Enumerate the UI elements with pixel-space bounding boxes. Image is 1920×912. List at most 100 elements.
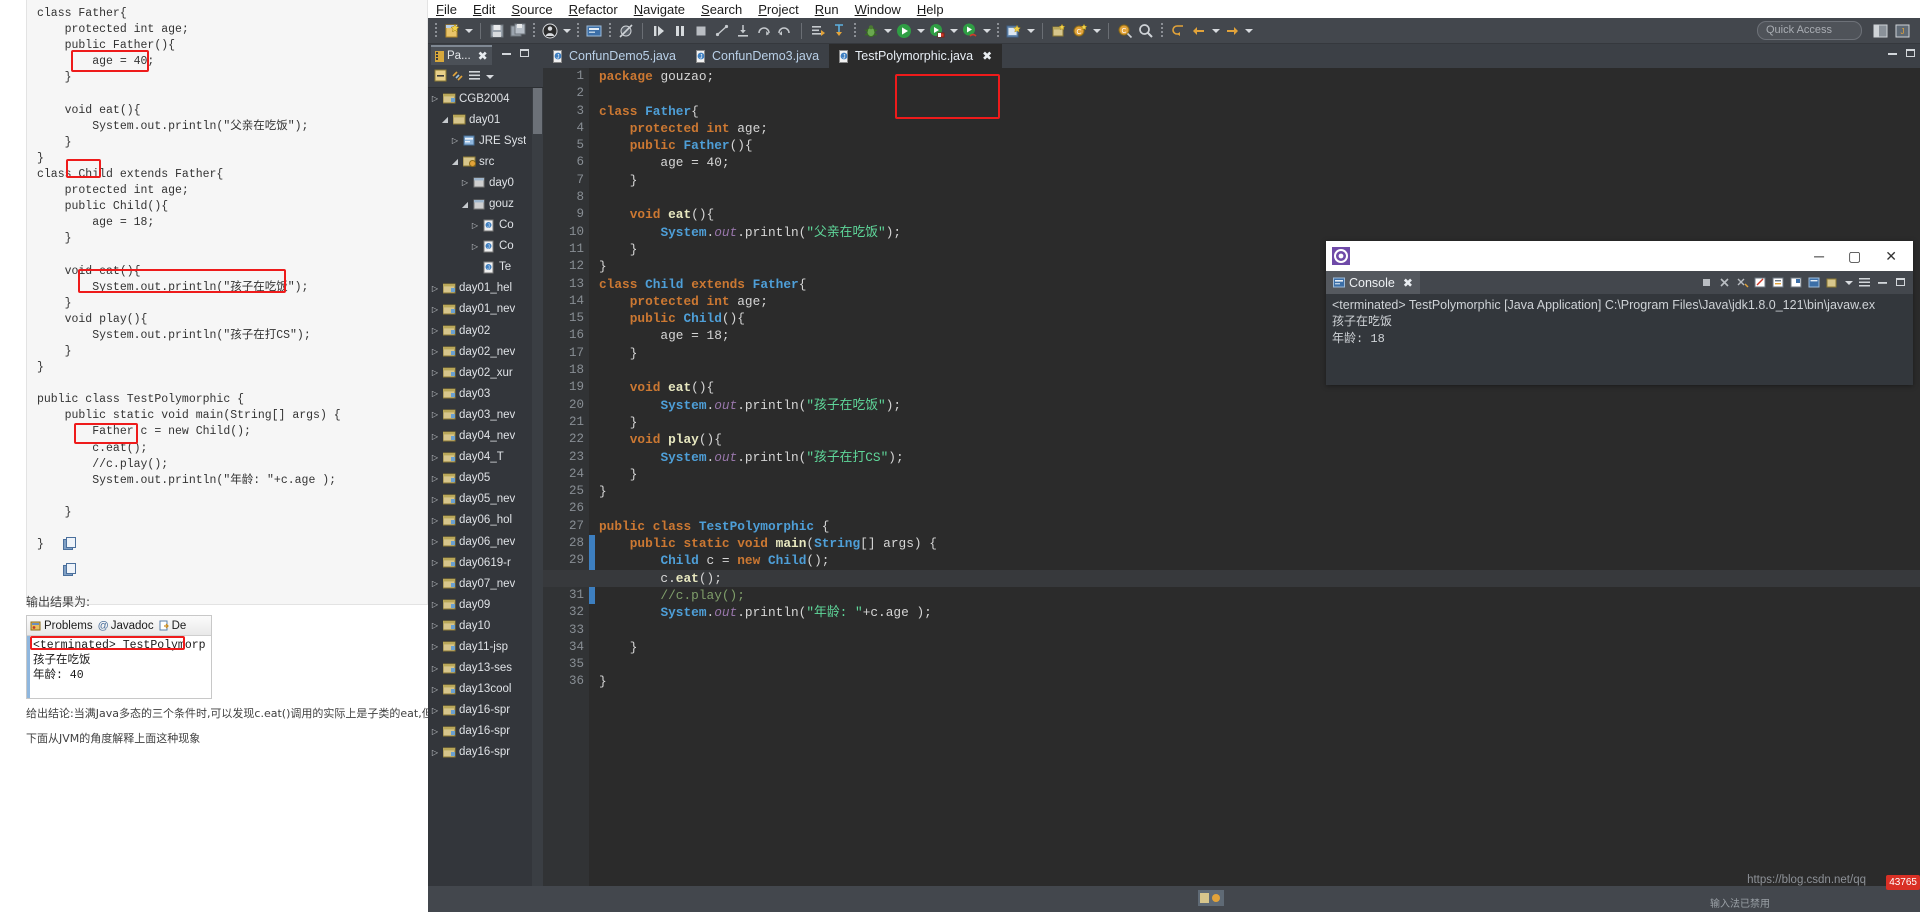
tree-expander-icon[interactable]: ▷ xyxy=(430,600,440,609)
scroll-lock-icon[interactable] xyxy=(1772,276,1785,289)
new-package-icon[interactable] xyxy=(1050,22,1068,40)
tree-expander-icon[interactable]: ▷ xyxy=(430,368,440,377)
console-output[interactable]: <terminated> TestPolymorphic [Java Appli… xyxy=(1326,294,1913,385)
clear-console-icon[interactable] xyxy=(1754,276,1767,289)
tree-item-day02-xur[interactable]: ▷ day02_xur xyxy=(428,362,532,383)
tab-package-explorer[interactable]: Pa... ✖ xyxy=(431,45,492,65)
package-explorer-toolbar[interactable] xyxy=(428,66,543,88)
quick-access-input[interactable]: Quick Access xyxy=(1757,21,1862,40)
menu-item-refactor[interactable]: Refactor xyxy=(569,2,618,17)
coverage-icon[interactable] xyxy=(961,22,979,40)
tree-expander-icon[interactable]: ▷ xyxy=(430,432,440,441)
tree-expander-icon[interactable]: ◢ xyxy=(450,157,460,166)
toolbar-drag-handle[interactable] xyxy=(435,22,437,39)
tree-item-jre-syst[interactable]: ▷ JRE Syst xyxy=(428,130,532,151)
tree-expander-icon[interactable]: ▷ xyxy=(430,642,440,651)
suspend-icon[interactable] xyxy=(671,22,689,40)
tree-item-co[interactable]: ▷ J Co xyxy=(428,236,532,257)
open-terminal-icon[interactable] xyxy=(585,22,603,40)
tree-expander-icon[interactable]: ▷ xyxy=(430,685,440,694)
pin-console-icon[interactable] xyxy=(1790,276,1803,289)
new-java-project-icon[interactable] xyxy=(1005,22,1023,40)
tree-item-day02[interactable]: ▷ day02 xyxy=(428,320,532,341)
menu-item-help[interactable]: Help xyxy=(917,2,944,17)
editor-tab-confundemo3-java[interactable]: J ConfunDemo3.java xyxy=(686,44,829,68)
tree-expander-icon[interactable]: ▷ xyxy=(430,326,440,335)
user-dropdown-icon[interactable] xyxy=(563,28,571,33)
console-maximize-button[interactable]: ▢ xyxy=(1848,248,1861,265)
forward-icon[interactable] xyxy=(1223,22,1241,40)
tree-expander-icon[interactable]: ▷ xyxy=(430,284,440,293)
run-icon[interactable] xyxy=(895,22,913,40)
package-explorer-vscrollbar[interactable] xyxy=(532,88,543,894)
open-perspective-icon[interactable] xyxy=(1872,22,1890,40)
tree-expander-icon[interactable]: ▷ xyxy=(430,579,440,588)
tree-item-day03[interactable]: ▷ day03 xyxy=(428,383,532,404)
editor-tab-close-icon[interactable]: ✖ xyxy=(982,49,992,63)
menu-item-edit[interactable]: Edit xyxy=(473,2,495,17)
new-project-dropdown-icon[interactable] xyxy=(1027,28,1035,33)
tree-expander-icon[interactable]: ▷ xyxy=(430,748,440,757)
tree-expander-icon[interactable]: ◢ xyxy=(440,115,450,124)
tree-item-day16-spr[interactable]: ▷ day16-spr xyxy=(428,721,532,742)
menu-item-project[interactable]: Project xyxy=(758,2,798,17)
tree-item-day13-ses[interactable]: ▷ day13-ses xyxy=(428,658,532,679)
console-maximize-icon[interactable] xyxy=(1894,276,1907,289)
tree-item-day16-spr[interactable]: ▷ day16-spr xyxy=(428,700,532,721)
save-all-icon[interactable] xyxy=(509,22,527,40)
tree-expander-icon[interactable]: ▷ xyxy=(430,727,440,736)
tree-item-co[interactable]: ▷ J Co xyxy=(428,215,532,236)
menu-item-search[interactable]: Search xyxy=(701,2,742,17)
close-icon[interactable]: ✖ xyxy=(478,49,488,63)
tree-item-day05[interactable]: ▷ day05 xyxy=(428,468,532,489)
tree-item-cgb2004[interactable]: ▷ CGB2004 xyxy=(428,88,532,109)
tree-expander-icon[interactable]: ▷ xyxy=(460,178,470,187)
minimize-icon[interactable] xyxy=(501,48,512,62)
menu-bar[interactable]: File Edit Source Refactor Navigate Search Proj… xyxy=(428,0,1920,18)
editor-tab-testpolymorphic-java[interactable]: J TestPolymorphic.java ✖ xyxy=(829,44,1003,68)
disconnect-icon[interactable] xyxy=(713,22,731,40)
tree-item-day01-nev[interactable]: ▷ day01_nev xyxy=(428,299,532,320)
console-view-menu-icon[interactable] xyxy=(1858,276,1871,289)
editor-maximize-icon[interactable] xyxy=(1905,48,1916,62)
tree-item-day13cool[interactable]: ▷ day13cool xyxy=(428,679,532,700)
editor-minimize-icon[interactable] xyxy=(1887,48,1898,62)
tree-expander-icon[interactable]: ▷ xyxy=(430,537,440,546)
step-into-icon[interactable] xyxy=(734,22,752,40)
tree-item-day09[interactable]: ▷ day09 xyxy=(428,594,532,615)
tree-expander-icon[interactable]: ▷ xyxy=(430,474,440,483)
tree-expander-icon[interactable]: ▷ xyxy=(430,621,440,630)
tree-item-day01-hel[interactable]: ▷ day01_hel xyxy=(428,278,532,299)
tree-expander-icon[interactable]: ▷ xyxy=(430,410,440,419)
new-class-icon[interactable]: C xyxy=(1071,22,1089,40)
tree-item-te[interactable]: J Te xyxy=(428,257,532,278)
tree-item-day01[interactable]: ◢ day01 xyxy=(428,109,532,130)
tree-expander-icon[interactable]: ▷ xyxy=(470,221,480,230)
tree-expander-icon[interactable]: ▷ xyxy=(430,516,440,525)
tree-item-day0[interactable]: ▷ day0 xyxy=(428,172,532,193)
console-menu-dropdown-icon[interactable] xyxy=(1845,280,1853,285)
main-toolbar[interactable]: C C Quick Access J xyxy=(428,18,1920,44)
tree-item-day04-t[interactable]: ▷ day04_T xyxy=(428,447,532,468)
tree-item-src[interactable]: ◢ src xyxy=(428,151,532,172)
terminate-icon[interactable] xyxy=(692,22,710,40)
tab-javadoc[interactable]: @ Javadoc xyxy=(98,620,154,632)
console-tab-close-icon[interactable]: ✖ xyxy=(1403,276,1413,290)
new-wizard-dropdown-icon[interactable] xyxy=(465,28,473,33)
tree-item-day06-hol[interactable]: ▷ day06_hol xyxy=(428,510,532,531)
tree-expander-icon[interactable]: ◢ xyxy=(460,200,470,209)
code-area[interactable]: 1 2 3 4 5 6 7 8 9 10 11 12 13 14 15 16 17 18 19 20 21 22 23 24 2… xyxy=(543,68,1920,890)
step-return-icon[interactable] xyxy=(776,22,794,40)
blog-console-tabs[interactable]: Problems @ Javadoc De xyxy=(27,616,211,636)
coverage-dropdown-icon[interactable] xyxy=(983,28,991,33)
tree-item-gouz[interactable]: ◢ gouz xyxy=(428,193,532,214)
editor-window-buttons[interactable] xyxy=(1887,48,1916,62)
editor-tab-confundemo5-java[interactable]: J ConfunDemo5.java xyxy=(543,44,686,68)
tree-item-day03-nev[interactable]: ▷ day03_nev xyxy=(428,404,532,425)
forward-dropdown-icon[interactable] xyxy=(1245,28,1253,33)
display-selected-console-icon[interactable] xyxy=(1808,276,1821,289)
tree-expander-icon[interactable]: ▷ xyxy=(450,136,460,145)
menu-item-navigate[interactable]: Navigate xyxy=(634,2,685,17)
tab-declaration[interactable]: De xyxy=(159,620,186,632)
tree-item-day16-spr[interactable]: ▷ day16-spr xyxy=(428,742,532,763)
